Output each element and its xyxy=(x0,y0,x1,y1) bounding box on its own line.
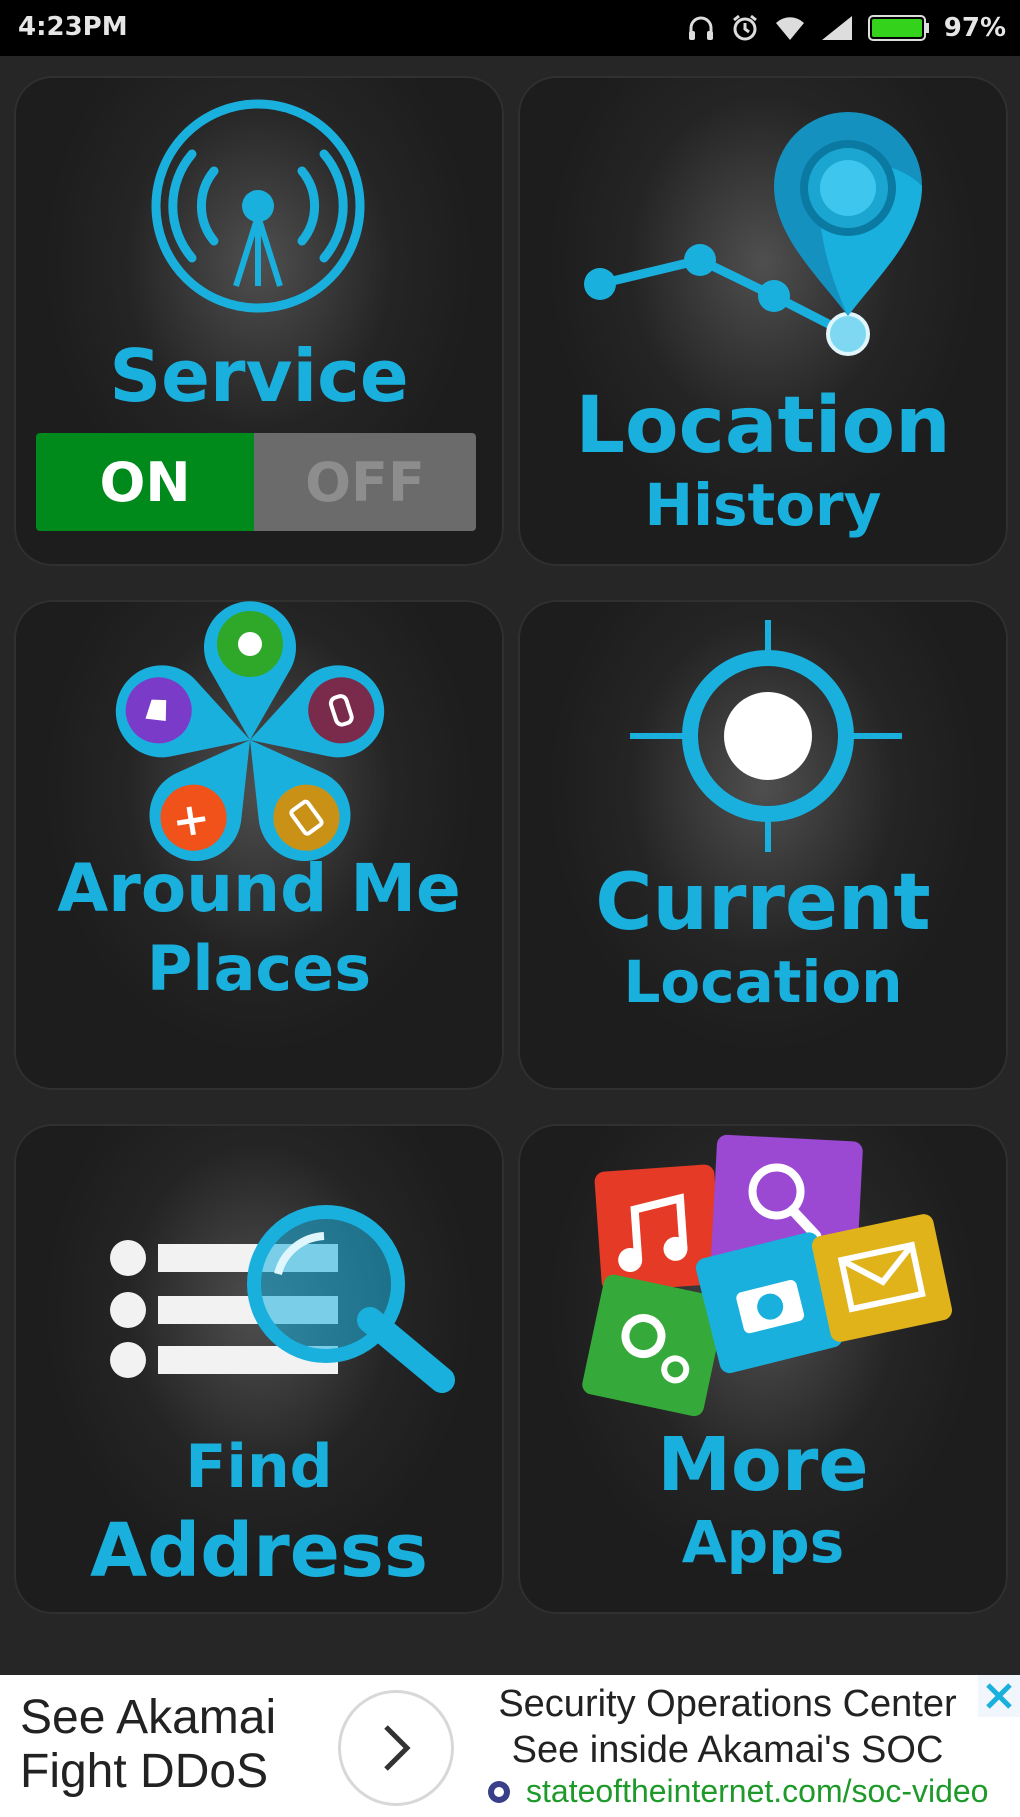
alarm-icon xyxy=(732,14,757,41)
service-toggle[interactable]: ON OFF xyxy=(36,433,476,531)
headset-icon xyxy=(688,16,713,40)
crosshair-icon xyxy=(630,620,902,852)
chevron-right-icon xyxy=(384,1725,411,1771)
service-title: Service xyxy=(109,334,409,418)
wifi-icon xyxy=(775,17,804,40)
signal-icon xyxy=(821,16,852,40)
ad-open-button[interactable] xyxy=(338,1690,454,1806)
current-location-line2: Location xyxy=(623,948,903,1016)
around-me-places-tile[interactable]: Around Me Places xyxy=(14,600,504,1090)
ad-left-line2: Fight DDoS xyxy=(20,1745,269,1798)
current-location-line1: Current xyxy=(595,858,931,948)
status-icons: 97% xyxy=(686,10,1006,46)
current-location-tile[interactable]: Current Location xyxy=(518,600,1008,1090)
ad-headline: Security Operations Center xyxy=(498,1683,957,1725)
find-address-line2: Address xyxy=(90,1508,428,1594)
battery-percent: 97% xyxy=(943,13,1006,43)
find-address-tile[interactable]: Find Address xyxy=(14,1124,504,1614)
main-menu-grid: Service ON OFF Location History Around M… xyxy=(0,56,1020,1676)
more-apps-tile[interactable]: More Apps xyxy=(518,1124,1008,1614)
toggle-on-option[interactable]: ON xyxy=(36,433,254,531)
more-apps-line2: Apps xyxy=(681,1508,845,1576)
ad-close-icon[interactable] xyxy=(978,1675,1020,1717)
more-apps-line1: More xyxy=(657,1422,869,1508)
around-me-line1: Around Me xyxy=(57,850,461,927)
find-address-line1: Find xyxy=(185,1432,333,1502)
ad-banner[interactable]: See Akamai Fight DDoS Security Operation… xyxy=(0,1675,1020,1817)
globe-icon xyxy=(488,1780,510,1803)
location-history-line1: Location xyxy=(575,381,951,471)
ad-url: stateoftheinternet.com/soc-video xyxy=(526,1773,989,1809)
ad-url-link[interactable]: stateoftheinternet.com/soc-video xyxy=(486,1773,988,1810)
toggle-off-option[interactable]: OFF xyxy=(254,433,476,531)
ad-left-line1: See Akamai xyxy=(20,1691,277,1744)
status-bar: 4:23PM 97% xyxy=(0,0,1020,56)
status-time: 4:23PM xyxy=(18,12,128,42)
ad-left-text: See Akamai Fight DDoS xyxy=(20,1691,276,1799)
location-history-tile[interactable]: Location History xyxy=(518,76,1008,566)
battery-icon xyxy=(867,15,929,41)
ad-subline: See inside Akamai's SOC xyxy=(511,1729,944,1771)
around-me-line2: Places xyxy=(146,932,372,1005)
places-cluster-icon xyxy=(115,601,385,862)
location-history-line2: History xyxy=(644,471,882,539)
ad-right-text: Security Operations Center See inside Ak… xyxy=(470,1681,985,1773)
service-tile[interactable]: Service ON OFF xyxy=(14,76,504,566)
